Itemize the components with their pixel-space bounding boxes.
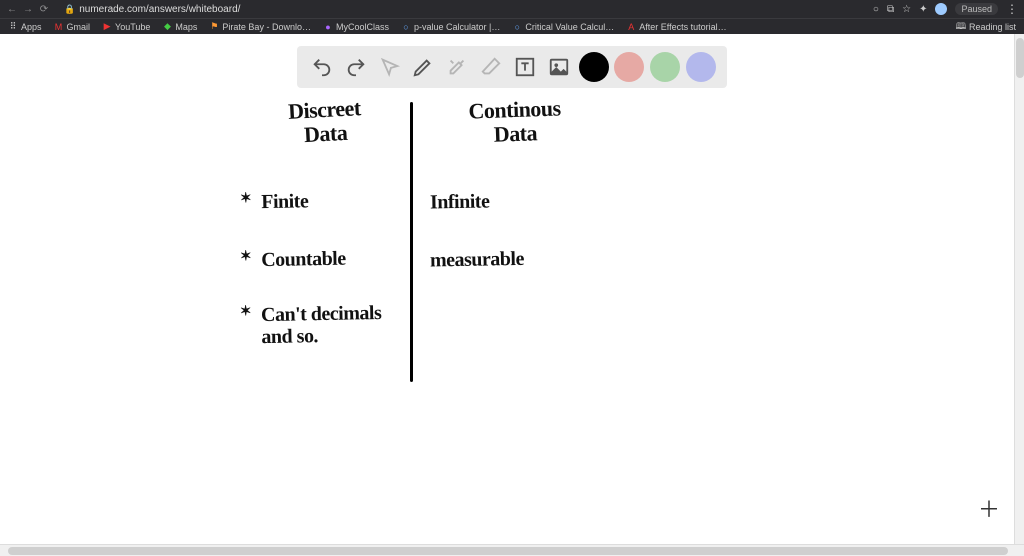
image-tool[interactable] <box>545 53 573 81</box>
add-button[interactable]: ＋ <box>978 492 1000 524</box>
back-icon[interactable]: ← <box>6 3 18 15</box>
bookmark-label: MyCoolClass <box>336 22 389 32</box>
apps-icon: ⠿ <box>8 22 18 32</box>
bookmark-gmail[interactable]: MGmail <box>54 22 91 32</box>
pen-icon <box>412 56 434 78</box>
bookmark-label: After Effects tutorial… <box>639 22 726 32</box>
eraser-tool[interactable] <box>477 53 505 81</box>
bookmark-label: Gmail <box>67 22 91 32</box>
bookmark-label: Critical Value Calcul… <box>525 22 614 32</box>
color-blue[interactable] <box>686 52 716 82</box>
reading-list-button[interactable]: 🕮Reading list <box>956 22 1016 32</box>
right-title: Continous Data <box>429 95 601 149</box>
eraser-icon <box>480 56 502 78</box>
title-word: Data <box>493 120 537 146</box>
mycoolclass-icon: ● <box>323 22 333 32</box>
pen-tool[interactable] <box>409 53 437 81</box>
criticalvalue-icon: ○ <box>512 22 522 32</box>
bookmark-mycoolclass[interactable]: ●MyCoolClass <box>323 22 389 32</box>
left-title: Discreet Data <box>239 94 411 151</box>
text-tool[interactable] <box>511 53 539 81</box>
item-text: Infinite <box>430 190 490 213</box>
horizontal-scrollbar[interactable] <box>0 544 1024 556</box>
search-icon[interactable]: ○ <box>873 4 879 15</box>
divider-line <box>410 102 413 382</box>
undo-button[interactable] <box>308 53 336 81</box>
redo-button[interactable] <box>342 53 370 81</box>
reload-icon[interactable]: ⟳ <box>38 3 50 15</box>
vertical-scroll-thumb[interactable] <box>1016 38 1024 78</box>
bookmark-label: Apps <box>21 22 42 32</box>
bookmark-youtube[interactable]: ▶YouTube <box>102 22 150 32</box>
bookmark-piratebay[interactable]: ⚑Pirate Bay - Downlo… <box>209 22 311 32</box>
bullet-star: ✶ <box>240 249 252 265</box>
title-word: Data <box>303 120 347 147</box>
color-black[interactable] <box>579 52 609 82</box>
browser-nav-bar: ← → ⟳ 🔒 numerade.com/answers/whiteboard/… <box>0 0 1024 18</box>
aftereffects-icon: A <box>626 22 636 32</box>
tools-icon <box>446 56 468 78</box>
left-item-1: ✶ Finite <box>240 189 410 214</box>
lock-icon: 🔒 <box>64 4 75 15</box>
bullet-star: ✶ <box>240 191 252 207</box>
bookmark-pvalue[interactable]: ○p-value Calculator |… <box>401 22 500 32</box>
pointer-tool[interactable] <box>376 53 404 81</box>
whiteboard-toolbar <box>297 46 727 88</box>
reading-list-label: Reading list <box>969 22 1016 32</box>
item-text: Finite <box>261 190 308 213</box>
address-bar[interactable]: 🔒 numerade.com/answers/whiteboard/ <box>64 4 240 15</box>
redo-icon <box>345 56 367 78</box>
image-icon <box>548 56 570 78</box>
reading-list-icon: 🕮 <box>956 22 966 32</box>
color-red[interactable] <box>614 52 644 82</box>
bookmark-bar: ⠿Apps MGmail ▶YouTube ◆Maps ⚑Pirate Bay … <box>0 18 1024 34</box>
color-green[interactable] <box>650 52 680 82</box>
bookmark-aftereffects[interactable]: AAfter Effects tutorial… <box>626 22 726 32</box>
extensions-icon[interactable]: ✦ <box>919 4 927 15</box>
nav-arrows: ← → ⟳ <box>6 3 50 15</box>
maps-icon: ◆ <box>162 22 172 32</box>
bullet-star: ✶ <box>240 304 252 320</box>
url-text: numerade.com/answers/whiteboard/ <box>79 4 240 15</box>
left-item-2: ✶ Countable <box>240 247 410 272</box>
pvalue-icon: ○ <box>401 22 411 32</box>
right-item-2: measurable <box>430 247 600 272</box>
bookmark-label: p-value Calculator |… <box>414 22 500 32</box>
nav-right-cluster: ○ ⧉ ☆ ✦ Paused ⋮ <box>873 2 1018 16</box>
piratebay-icon: ⚑ <box>209 22 219 32</box>
bookmark-apps[interactable]: ⠿Apps <box>8 22 42 32</box>
share-icon[interactable]: ⧉ <box>887 4 894 15</box>
profile-avatar-icon[interactable] <box>935 3 947 15</box>
bookmark-criticalvalue[interactable]: ○Critical Value Calcul… <box>512 22 614 32</box>
youtube-icon: ▶ <box>102 22 112 32</box>
right-item-1: Infinite <box>430 189 600 214</box>
item-text: Can't decimals and so. <box>261 302 382 348</box>
title-word: Continous <box>468 95 561 123</box>
bookmark-label: Maps <box>175 22 197 32</box>
pointer-icon <box>379 56 401 78</box>
bookmark-maps[interactable]: ◆Maps <box>162 22 197 32</box>
vertical-scrollbar[interactable] <box>1014 34 1024 544</box>
gmail-icon: M <box>54 22 64 32</box>
item-text: measurable <box>430 248 524 272</box>
title-word: Discreet <box>287 95 361 124</box>
bookmark-label: YouTube <box>115 22 150 32</box>
left-item-3: ✶ Can't decimals and so. <box>240 302 411 349</box>
bookmark-label: Pirate Bay - Downlo… <box>222 22 311 32</box>
horizontal-scroll-thumb[interactable] <box>8 547 1008 555</box>
item-text: Countable <box>261 248 346 271</box>
kebab-menu-icon[interactable]: ⋮ <box>1006 2 1018 16</box>
star-icon[interactable]: ☆ <box>902 4 911 15</box>
forward-icon[interactable]: → <box>22 3 34 15</box>
tools-button[interactable] <box>443 53 471 81</box>
text-icon <box>514 56 536 78</box>
undo-icon <box>311 56 333 78</box>
profile-status[interactable]: Paused <box>955 3 998 15</box>
